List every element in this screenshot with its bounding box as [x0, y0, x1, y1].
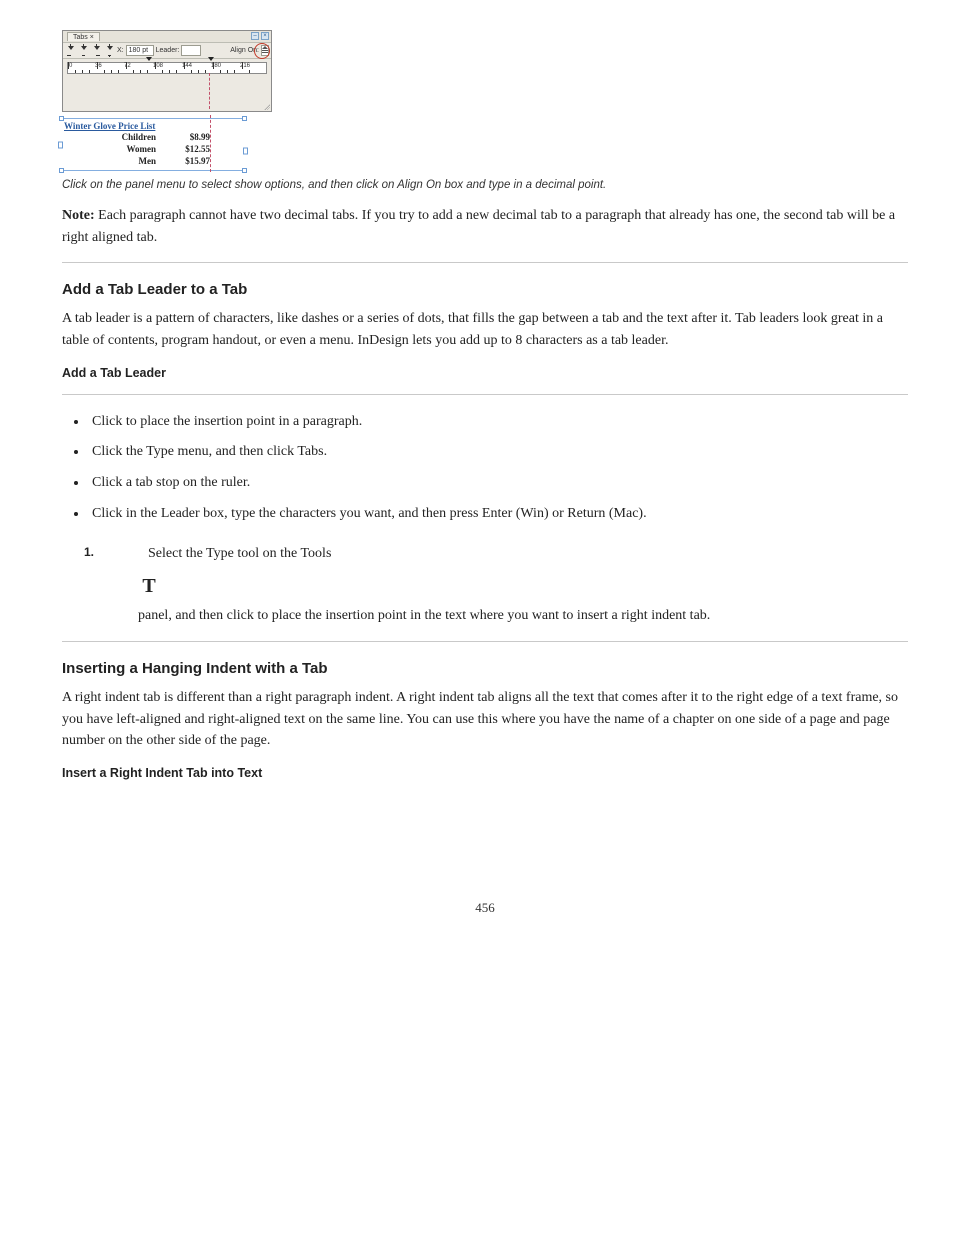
frame-in-port[interactable] — [58, 141, 63, 148]
price-row-value: $12.55 — [162, 143, 210, 155]
center-tab-icon[interactable] — [78, 44, 89, 57]
tab-guide-line — [210, 115, 211, 172]
minimize-icon[interactable]: – — [251, 32, 259, 40]
note-label: Note: — [62, 208, 95, 223]
close-icon[interactable]: × — [261, 32, 269, 40]
ruler-area: 0 36 72 108 144 180 216 — [63, 59, 271, 111]
ruler-number: 36 — [95, 63, 102, 69]
hanging-body: A right indent tab is different than a r… — [62, 687, 908, 752]
note-body: Each paragraph cannot have two decimal t… — [62, 208, 895, 245]
frame-handle[interactable] — [59, 116, 64, 121]
type-tool-glyph-icon: T — [138, 573, 160, 599]
ruler[interactable]: 0 36 72 108 144 180 216 — [67, 62, 267, 74]
tab-leader-body: A tab leader is a pattern of characters,… — [62, 308, 908, 351]
resize-grip-icon[interactable] — [263, 103, 270, 110]
frame-handle[interactable] — [242, 168, 247, 173]
leader-field[interactable] — [181, 45, 201, 56]
tab-stop-marker[interactable] — [146, 57, 152, 61]
page-number: 456 — [62, 900, 908, 916]
price-row: Children $8.99 — [62, 131, 244, 143]
panel-toolbar: X: 180 pt Leader: Align On: — [63, 43, 271, 59]
heading-add-tab-leader-to-tab: Add a Tab Leader to a Tab — [62, 281, 908, 298]
red-circle-annotation — [254, 43, 270, 59]
step-number: 1. — [84, 545, 98, 559]
tabs-panel: Tabs × – × X: 18 — [62, 30, 272, 112]
tab-guide-line — [209, 73, 210, 109]
step-item: Click in the Leader box, type the charac… — [88, 501, 908, 528]
panel-titlebar: Tabs × – × — [63, 31, 271, 43]
ruler-number: 0 — [69, 63, 72, 69]
price-list-title: Winter Glove Price List — [62, 121, 244, 131]
panel-tab-label: Tabs × — [67, 32, 100, 41]
section-divider — [62, 641, 908, 642]
section-divider — [62, 394, 908, 395]
price-row-label: Women — [62, 143, 162, 155]
left-tab-icon[interactable] — [65, 44, 76, 57]
step-lead-text: Select the Type tool on the Tools — [148, 545, 331, 563]
x-field[interactable]: 180 pt — [126, 45, 154, 56]
leader-label: Leader: — [156, 47, 180, 54]
step-rest-text: panel, and then click to place the inser… — [138, 605, 908, 627]
right-tab-icon[interactable] — [91, 44, 102, 57]
figure-caption: Click on the panel menu to select show o… — [62, 177, 908, 193]
panel-window-controls: – × — [251, 32, 269, 40]
step-item: Click a tab stop on the ruler. — [88, 470, 908, 497]
sample-text-frame: Winter Glove Price List Children $8.99 W… — [62, 118, 244, 171]
x-label: X: — [117, 47, 124, 54]
step-item: Click the Type menu, and then click Tabs… — [88, 439, 908, 466]
price-row-value: $8.99 — [162, 131, 210, 143]
subheading-insert-right-indent: Insert a Right Indent Tab into Text — [62, 766, 908, 780]
step-row: 1. Select the Type tool on the Tools — [84, 545, 908, 563]
decimal-tab-icon[interactable] — [104, 44, 115, 57]
note-paragraph: Note: Each paragraph cannot have two dec… — [62, 205, 908, 248]
step-item: Click to place the insertion point in a … — [88, 409, 908, 436]
frame-handle[interactable] — [242, 116, 247, 121]
subheading-add-tab-leader: Add a Tab Leader — [62, 366, 908, 380]
heading-hanging-indent: Inserting a Hanging Indent with a Tab — [62, 660, 908, 677]
price-row-label: Children — [62, 131, 162, 143]
steps-list: Click to place the insertion point in a … — [62, 409, 908, 527]
ruler-number: 72 — [124, 63, 131, 69]
tab-stop-marker[interactable] — [208, 57, 214, 61]
frame-handle[interactable] — [59, 168, 64, 173]
tabs-panel-figure: Tabs × – × X: 18 — [62, 30, 272, 112]
price-row: Men $15.97 — [62, 155, 244, 167]
price-row: Women $12.55 — [62, 143, 244, 155]
frame-out-port[interactable] — [243, 147, 248, 154]
price-row-label: Men — [62, 155, 162, 167]
section-divider — [62, 262, 908, 263]
price-row-value: $15.97 — [162, 155, 210, 167]
